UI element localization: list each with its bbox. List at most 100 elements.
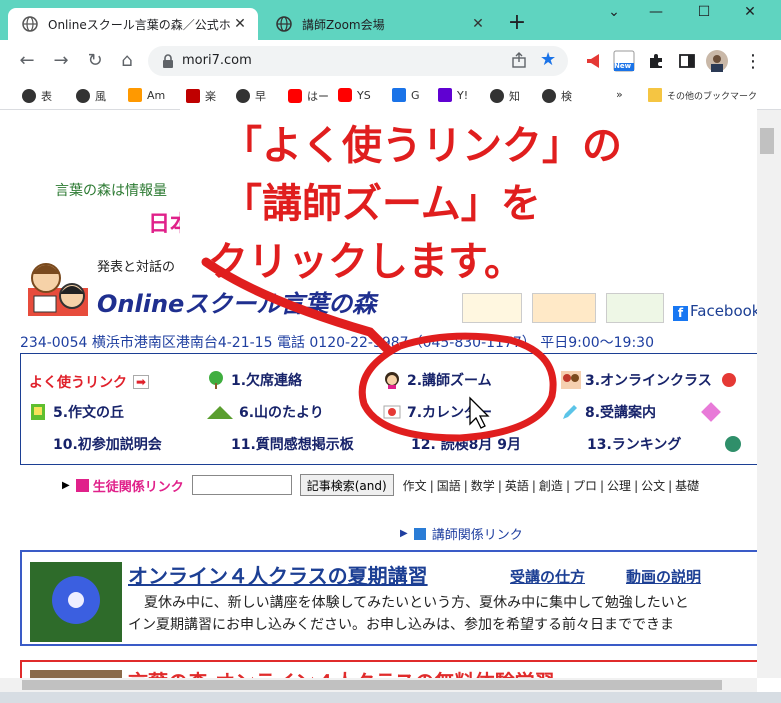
course-video-link[interactable]: 動画の説明 [626, 566, 701, 587]
links-heading: よく使うリンク ➡ [29, 372, 149, 392]
category-link[interactable]: プロ [570, 479, 600, 493]
student-links-label[interactable]: 生徒関係リンク [93, 476, 184, 495]
browser-window: Onlineスクール言葉の森／公式ホー/ ✕ 講師Zoom会場 ✕ + ⌄ — … [0, 0, 781, 703]
yahoo-icon [438, 88, 452, 102]
bookmark-item[interactable]: はー [288, 88, 329, 104]
chart-icon [725, 436, 742, 452]
globe-icon [22, 89, 36, 103]
bookmarks-overflow[interactable]: » [616, 88, 623, 101]
chevron-down-icon[interactable]: ⌄ [594, 4, 634, 28]
bookmark-item[interactable]: 風 [76, 88, 106, 104]
toolbar: ← → ↻ ⌂ mori7.com ★ New ⋮ [0, 40, 781, 82]
link-online-class[interactable]: 3.オンラインクラス [561, 370, 736, 390]
article-search-input[interactable] [191, 475, 292, 495]
banner-image[interactable] [606, 293, 664, 323]
avatar[interactable] [706, 50, 728, 72]
youtube-icon [288, 89, 302, 103]
frequent-links-box: よく使うリンク ➡ 1.欠席連絡 2.講師ズーム 3.オンラインクラス 5.作文… [20, 353, 757, 465]
teacher-icon [383, 371, 401, 389]
amazon-icon [128, 88, 142, 102]
category-link[interactable]: 国語 [434, 479, 464, 493]
other-bookmarks[interactable]: その他のブックマーク [648, 88, 757, 102]
mountain-icon [207, 403, 233, 421]
vertical-scrollbar[interactable] [757, 110, 781, 678]
course-how-link[interactable]: 受講の仕方 [510, 566, 585, 587]
window-close-button[interactable]: ✕ [730, 4, 770, 28]
forward-button[interactable]: → [48, 48, 74, 74]
trial-block: 言葉の森 オンライン４人クラスの無料体験学習 [20, 660, 757, 678]
trial-image [30, 670, 122, 678]
back-button[interactable]: ← [14, 48, 40, 74]
taskbar [0, 692, 781, 703]
bookmark-item[interactable]: Am [128, 88, 165, 102]
course-description: 夏休み中に、新しい講座を体験してみたいという方、夏休み中に集中して勉強したいと … [128, 595, 689, 633]
category-link[interactable]: 創造 [536, 479, 566, 493]
triangle-right-icon: ▶ [62, 479, 70, 491]
category-link[interactable]: 英語 [502, 479, 532, 493]
tab-inactive[interactable]: 講師Zoom会場 ✕ [262, 8, 496, 40]
reload-button[interactable]: ↻ [82, 48, 108, 74]
scroll-thumb[interactable] [22, 680, 722, 690]
lock-icon [160, 53, 176, 69]
globe-icon [236, 89, 250, 103]
share-icon[interactable] [510, 51, 528, 69]
link-teacher-zoom[interactable]: 2.講師ズーム [383, 370, 492, 390]
new-tab-button[interactable]: + [505, 12, 529, 36]
minimize-button[interactable]: — [636, 4, 676, 28]
bookmark-item[interactable]: 楽 [186, 88, 216, 104]
category-links: 作文 | 国語 | 数学 | 英語 | 創造 | プロ | 公理 | 公文 | 基礎 [400, 477, 703, 494]
bookmark-item[interactable]: G [392, 88, 420, 102]
teacher-links-row[interactable]: ▶ 講師関係リンク [400, 524, 523, 543]
apple-icon [721, 373, 736, 387]
new-badge-icon[interactable]: New [613, 50, 635, 72]
category-link[interactable]: 作文 [400, 479, 430, 493]
close-icon[interactable]: ✕ [468, 16, 488, 32]
sidepanel-icon[interactable] [676, 50, 698, 72]
school-logo[interactable] [24, 252, 92, 320]
address-line: 234-0054 横浜市港南区港南台4-21-15 電話 0120-22-398… [20, 335, 654, 351]
link-essay-hill[interactable]: 5.作文の丘 [29, 402, 124, 422]
course-title[interactable]: オンライン４人クラスの夏期講習 [128, 560, 428, 589]
maximize-button[interactable]: ☐ [684, 4, 724, 28]
bookmark-item[interactable]: YS [338, 88, 371, 102]
bookmark-item[interactable]: 表 [22, 88, 52, 104]
link-reading-test[interactable]: 12. 読検8月 9月 [411, 434, 521, 454]
address-bar[interactable]: mori7.com ★ [148, 46, 568, 76]
bookmark-item[interactable]: Y! [438, 88, 468, 102]
link-first-session[interactable]: 10.初参加説明会 [53, 434, 162, 454]
globe-icon [490, 89, 504, 103]
link-course-guide[interactable]: 8.受講案内 [561, 402, 721, 422]
article-search-button[interactable]: 記事検索(and) [299, 474, 394, 496]
category-link[interactable]: 基礎 [672, 479, 702, 493]
more-menu-icon[interactable]: ⋮ [742, 50, 764, 72]
category-link[interactable]: 公理 [604, 479, 634, 493]
scroll-thumb[interactable] [760, 128, 774, 154]
tab-title: Onlineスクール言葉の森／公式ホー/ [48, 17, 230, 32]
book-icon [29, 403, 47, 421]
site-name[interactable]: Onlineスクール言葉の森 [97, 284, 376, 319]
bookmark-item[interactable]: 知 [490, 88, 520, 104]
tab-active[interactable]: Onlineスクール言葉の森／公式ホー/ ✕ [8, 8, 258, 40]
facebook-link[interactable]: f Facebook [673, 302, 757, 321]
bookmark-item[interactable]: 早 [236, 88, 266, 104]
link-absence[interactable]: 1.欠席連絡 [207, 370, 302, 390]
close-icon[interactable]: ✕ [230, 16, 250, 32]
puzzle-icon[interactable] [645, 50, 667, 72]
pencil-icon [701, 402, 721, 422]
link-calendar[interactable]: 7.カレンダー [383, 402, 492, 422]
banner-image[interactable] [462, 293, 522, 323]
home-button[interactable]: ⌂ [114, 48, 140, 74]
horizontal-scrollbar[interactable] [0, 678, 757, 692]
megaphone-icon[interactable] [583, 50, 605, 72]
link-ranking[interactable]: 13.ランキング [587, 434, 742, 454]
star-icon[interactable]: ★ [540, 49, 556, 70]
category-link[interactable]: 公文 [638, 479, 668, 493]
banner-image[interactable] [532, 293, 596, 323]
link-question-board[interactable]: 11.質問感想掲示板 [231, 434, 354, 454]
category-link[interactable]: 数学 [468, 479, 498, 493]
trial-title[interactable]: 言葉の森 オンライン４人クラスの無料体験学習 [128, 666, 555, 678]
globe-icon [276, 16, 292, 32]
folder-icon [648, 88, 662, 102]
link-mountain-news[interactable]: 6.山のたより [207, 402, 324, 422]
bookmark-item[interactable]: 検 [542, 88, 572, 104]
